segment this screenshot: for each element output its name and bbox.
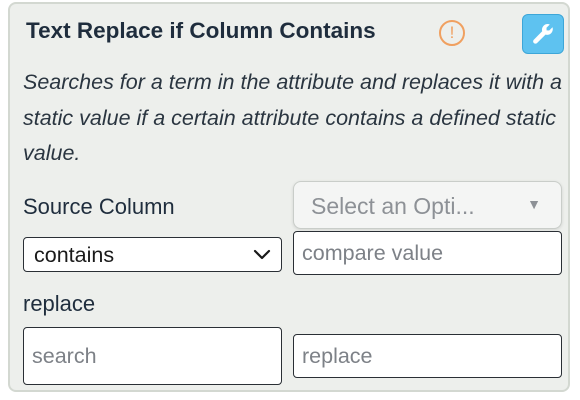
replace-label: replace — [23, 291, 96, 316]
card-description: Searches for a term in the attribute and… — [23, 70, 562, 165]
compare-value-input[interactable]: compare value — [293, 231, 562, 275]
source-column-placeholder: Select an Opti... — [311, 193, 475, 219]
replace-input[interactable]: replace — [293, 334, 562, 378]
compare-value-placeholder: compare value — [302, 241, 444, 265]
condition-select[interactable]: contains — [23, 237, 282, 272]
replace-placeholder: replace — [302, 344, 373, 368]
settings-button[interactable] — [522, 14, 564, 54]
search-placeholder: search — [32, 344, 97, 368]
wrench-icon — [533, 24, 553, 44]
card-title: Text Replace if Column Contains — [26, 18, 376, 43]
chevron-down-icon — [253, 249, 271, 260]
transform-card: Text Replace if Column Contains ! Search… — [8, 2, 570, 392]
search-input[interactable]: search — [23, 327, 282, 385]
condition-selected-value: contains — [34, 243, 115, 267]
source-column-select[interactable]: Select an Opti... ▼ — [293, 181, 562, 229]
source-column-label: Source Column — [23, 194, 175, 219]
info-icon[interactable]: ! — [439, 20, 465, 46]
caret-down-icon: ▼ — [527, 196, 541, 212]
